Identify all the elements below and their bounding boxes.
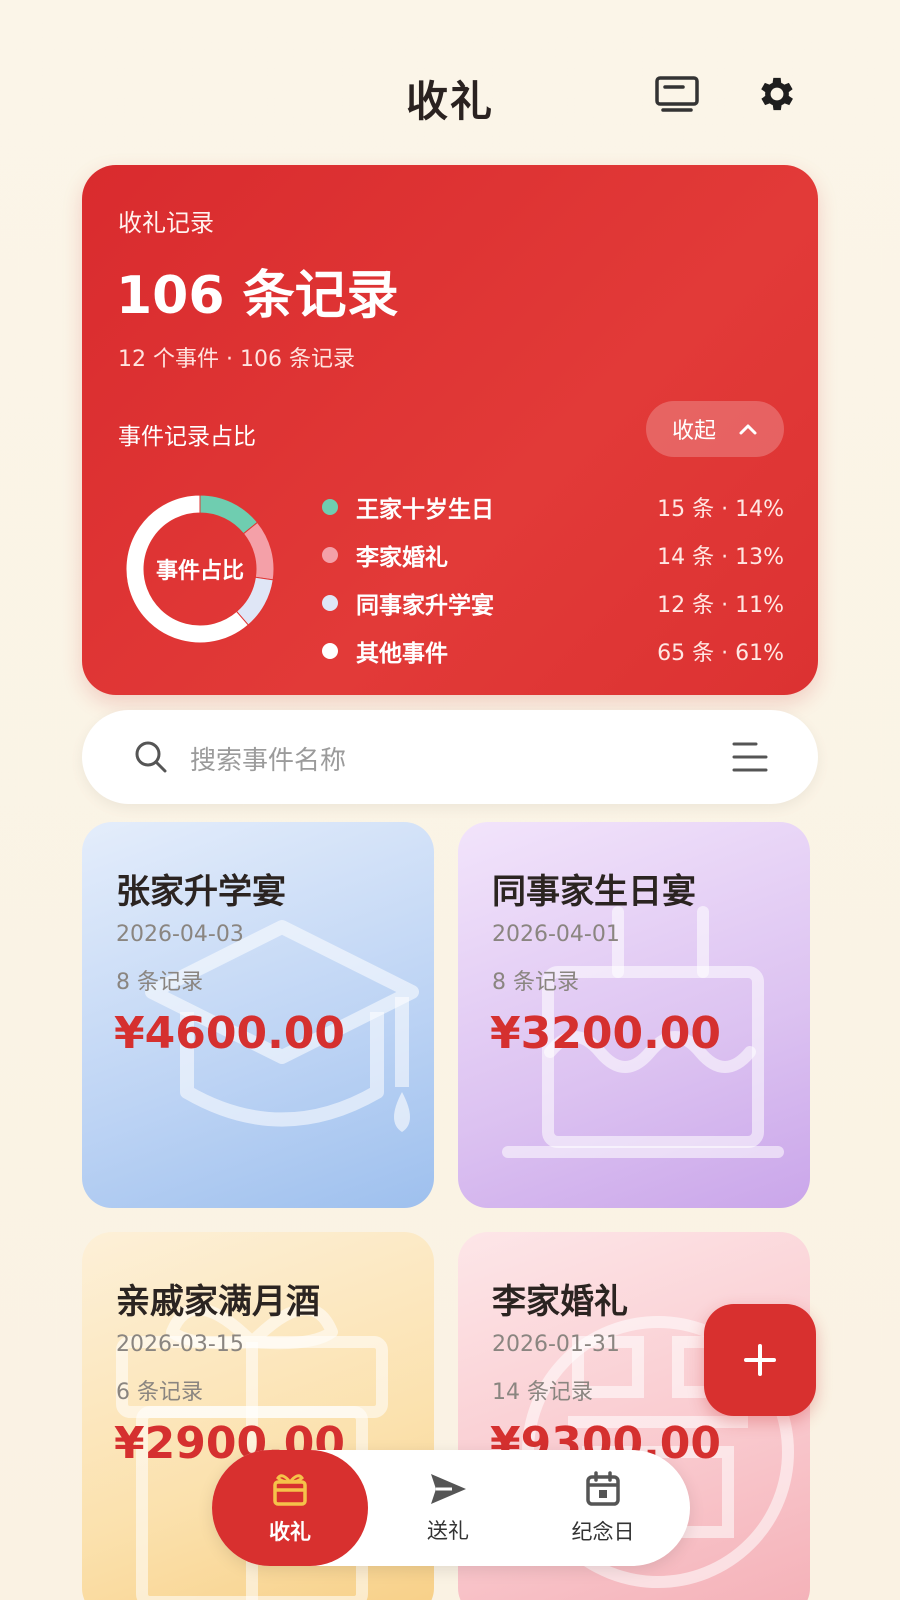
tab-label: 收礼: [269, 1520, 311, 1544]
event-card[interactable]: 同事家生日宴 2026-04-01 8 条记录 ¥3200.00: [458, 822, 810, 1208]
event-name: 李家婚礼: [492, 1282, 628, 1322]
event-name: 同事家生日宴: [492, 872, 696, 912]
plus-icon: [744, 1344, 776, 1376]
gift-icon: [273, 1474, 307, 1506]
search-icon: [135, 741, 167, 773]
search-input[interactable]: 搜索事件名称: [190, 740, 346, 777]
share-label: 事件记录占比: [118, 424, 256, 450]
send-icon: [431, 1474, 466, 1504]
summary-card: 收礼记录 106 条记录 12 个事件 · 106 条记录 事件记录占比 收起 …: [82, 165, 818, 695]
event-card[interactable]: 张家升学宴 2026-04-03 8 条记录 ¥4600.00: [82, 822, 434, 1208]
legend-stat: 12 条 · 11%: [657, 593, 784, 618]
event-count: 6 条记录: [116, 1380, 203, 1405]
legend-item: 王家十岁生日 15 条 · 14%: [322, 483, 784, 531]
event-date: 2026-04-01: [492, 922, 620, 947]
legend-dot: [322, 595, 338, 611]
legend-item: 同事家升学宴 12 条 · 11%: [322, 579, 784, 627]
legend-dot: [322, 547, 338, 563]
app-header: 收礼: [0, 60, 900, 130]
chart-legend: 王家十岁生日 15 条 · 14% 李家婚礼 14 条 · 13% 同事家升学宴…: [322, 483, 784, 675]
tab-receive-gifts[interactable]: 收礼: [212, 1450, 368, 1566]
tab-send-gifts[interactable]: 送礼: [388, 1450, 508, 1566]
legend-name: 李家婚礼: [356, 545, 448, 571]
record-total: 106 条记录: [116, 266, 399, 326]
legend-item: 其他事件 65 条 · 61%: [322, 627, 784, 675]
event-name: 亲戚家满月酒: [116, 1282, 320, 1322]
event-amount: ¥4600.00: [114, 1008, 346, 1059]
summary-label: 收礼记录: [118, 209, 214, 237]
legend-name: 其他事件: [356, 641, 448, 667]
event-count: 8 条记录: [116, 970, 203, 995]
legend-stat: 14 条 · 13%: [657, 545, 784, 570]
legend-item: 李家婚礼 14 条 · 13%: [322, 531, 784, 579]
gear-icon[interactable]: [752, 72, 802, 116]
bottom-tab-bar: 收礼 送礼 纪念日: [212, 1450, 690, 1566]
event-date: 2026-04-03: [116, 922, 244, 947]
filter-menu-icon[interactable]: [730, 738, 770, 776]
legend-dot: [322, 499, 338, 515]
donut-center-label: 事件占比: [155, 559, 244, 584]
legend-name: 王家十岁生日: [356, 497, 494, 523]
chevron-up-icon: [739, 424, 757, 435]
legend-stat: 65 条 · 61%: [657, 641, 784, 666]
collapse-label: 收起: [671, 419, 716, 444]
tab-anniversary[interactable]: 纪念日: [528, 1450, 678, 1566]
event-count: 8 条记录: [492, 970, 579, 995]
calendar-icon: [586, 1471, 620, 1506]
event-date: 2026-01-31: [492, 1332, 620, 1357]
search-bar[interactable]: 搜索事件名称: [82, 710, 818, 804]
legend-stat: 15 条 · 14%: [657, 497, 784, 522]
legend-dot: [322, 643, 338, 659]
add-button[interactable]: [704, 1304, 816, 1416]
event-count: 14 条记录: [492, 1380, 593, 1405]
legend-name: 同事家升学宴: [356, 593, 494, 619]
tab-label: 送礼: [427, 1519, 469, 1543]
event-date: 2026-03-15: [116, 1332, 244, 1357]
tab-label: 纪念日: [571, 1520, 635, 1544]
collapse-button[interactable]: 收起: [646, 401, 784, 457]
device-screen-icon[interactable]: [652, 72, 702, 116]
summary-subtitle: 12 个事件 · 106 条记录: [118, 347, 355, 372]
event-amount: ¥3200.00: [490, 1008, 722, 1059]
event-name: 张家升学宴: [116, 872, 286, 912]
